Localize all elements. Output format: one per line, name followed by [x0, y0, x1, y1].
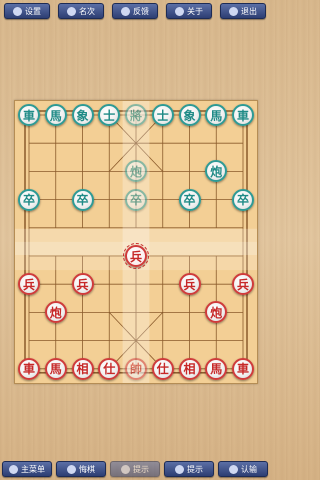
board-grid [15, 101, 257, 383]
hint-button[interactable]: 提示 [164, 461, 214, 477]
green-piece[interactable]: 士 [151, 104, 174, 126]
red-piece[interactable]: 仕 [151, 357, 174, 380]
exit-button[interactable]: 退出 [220, 3, 266, 19]
back-icon [67, 464, 76, 474]
button-label: 提示 [187, 464, 203, 474]
red-piece[interactable]: 兵 [178, 273, 201, 296]
green-piece[interactable]: 將 [125, 104, 147, 126]
button-label: 悔棋 [79, 464, 95, 474]
home-icon [9, 464, 18, 474]
button-label: 反馈 [133, 6, 149, 16]
disabled-button: 提示 [110, 461, 160, 477]
green-piece[interactable]: 象 [71, 104, 94, 126]
red-piece[interactable]: 兵 [123, 243, 149, 269]
lightbulb-icon [175, 464, 184, 474]
red-piece[interactable]: 馬 [44, 357, 67, 380]
gear-icon [13, 6, 22, 16]
button-label: 设置 [25, 6, 41, 16]
green-piece[interactable]: 卒 [178, 188, 201, 211]
red-piece[interactable]: 車 [18, 357, 40, 380]
green-piece[interactable]: 卒 [232, 188, 254, 211]
red-piece[interactable]: 相 [178, 357, 201, 380]
green-piece[interactable]: 馬 [44, 104, 67, 126]
red-piece[interactable]: 車 [232, 357, 254, 380]
top-toolbar: 设置 名次 反馈 关于 退出 [0, 0, 270, 22]
hint-icon [121, 464, 130, 474]
green-piece[interactable]: 卒 [18, 188, 40, 211]
about-button[interactable]: 关于 [166, 3, 212, 19]
rankings-button[interactable]: 名次 [58, 3, 104, 19]
exit-icon [229, 6, 238, 16]
resign-button[interactable]: 认输 [218, 461, 268, 477]
home-icon [175, 6, 184, 16]
bottom-toolbar: 主菜单 悔棋 提示 提示 认输 [0, 458, 270, 480]
feedback-button[interactable]: 反馈 [112, 3, 158, 19]
chat-icon [67, 6, 76, 16]
red-piece[interactable]: 馬 [205, 357, 228, 380]
button-label: 关于 [187, 6, 203, 16]
green-piece[interactable]: 卒 [125, 188, 147, 211]
green-piece[interactable]: 卒 [71, 188, 94, 211]
settings-button[interactable]: 设置 [4, 3, 50, 19]
button-label: 名次 [79, 6, 95, 16]
red-piece[interactable]: 相 [71, 357, 94, 380]
button-label: 认输 [241, 464, 257, 474]
mail-icon [121, 6, 130, 16]
red-piece[interactable]: 帥 [125, 357, 147, 380]
chess-board[interactable]: 車馬象士將士象馬車炮炮卒卒卒卒卒兵兵兵兵兵炮炮車馬相仕帥仕相馬車 [14, 100, 258, 384]
main-menu-button[interactable]: 主菜单 [2, 461, 52, 477]
button-label: 提示 [133, 464, 149, 474]
red-piece[interactable]: 兵 [71, 273, 94, 296]
red-piece[interactable]: 仕 [98, 357, 121, 380]
red-piece[interactable]: 炮 [44, 301, 67, 324]
flag-icon [229, 464, 238, 474]
button-label: 主菜单 [21, 464, 45, 474]
green-piece[interactable]: 車 [232, 104, 254, 126]
button-label: 退出 [241, 6, 257, 16]
undo-button[interactable]: 悔棋 [56, 461, 106, 477]
green-piece[interactable]: 象 [178, 104, 201, 126]
green-piece[interactable]: 車 [18, 104, 40, 126]
